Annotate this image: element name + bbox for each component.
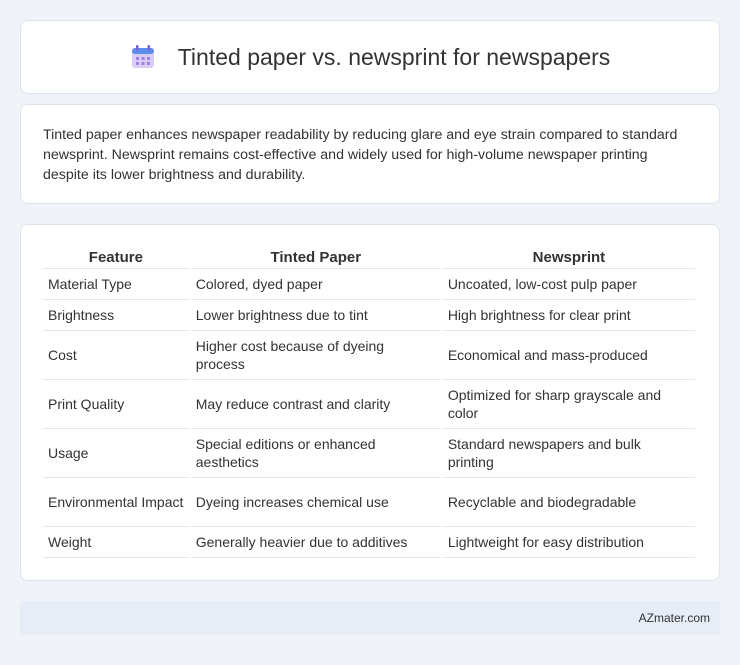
cell-newsprint: High brightness for clear print: [442, 300, 695, 331]
table-row: Cost Higher cost because of dyeing proce…: [43, 331, 695, 380]
cell-feature: Environmental Impact: [43, 478, 189, 527]
cell-tinted: May reduce contrast and clarity: [190, 380, 441, 429]
header-feature: Feature: [43, 245, 189, 269]
cell-feature: Brightness: [43, 300, 189, 331]
cell-tinted: Dyeing increases chemical use: [190, 478, 441, 527]
cell-tinted: Colored, dyed paper: [190, 269, 441, 300]
table-row: Brightness Lower brightness due to tint …: [43, 300, 695, 331]
cell-feature: Print Quality: [43, 380, 189, 429]
page-title: Tinted paper vs. newsprint for newspaper…: [177, 43, 611, 70]
table-row: Usage Special editions or enhanced aesth…: [43, 429, 695, 478]
cell-newsprint: Uncoated, low-cost pulp paper: [442, 269, 695, 300]
cell-tinted: Generally heavier due to additives: [190, 527, 441, 558]
header-newsprint: Newsprint: [442, 245, 695, 269]
cell-newsprint: Standard newspapers and bulk printing: [442, 429, 695, 478]
cell-feature: Cost: [43, 331, 189, 380]
description-card: Tinted paper enhances newspaper readabil…: [20, 104, 720, 204]
cell-newsprint: Economical and mass-produced: [442, 331, 695, 380]
table-row: Material Type Colored, dyed paper Uncoat…: [43, 269, 695, 300]
cell-newsprint: Optimized for sharp grayscale and color: [442, 380, 695, 429]
footer-bar: AZmater.com: [20, 601, 720, 634]
description-text: Tinted paper enhances newspaper readabil…: [43, 127, 678, 183]
cell-feature: Usage: [43, 429, 189, 478]
table-row: Weight Generally heavier due to additive…: [43, 527, 695, 558]
comparison-table: Feature Tinted Paper Newsprint Material …: [41, 245, 697, 558]
cell-tinted: Higher cost because of dyeing process: [190, 331, 441, 380]
calendar-icon: [130, 44, 156, 70]
cell-tinted: Special editions or enhanced aesthetics: [190, 429, 441, 478]
cell-tinted: Lower brightness due to tint: [190, 300, 441, 331]
footer-brand[interactable]: AZmater.com: [639, 611, 710, 625]
comparison-table-card: Feature Tinted Paper Newsprint Material …: [20, 224, 720, 581]
header-tinted-paper: Tinted Paper: [190, 245, 441, 269]
table-row: Print Quality May reduce contrast and cl…: [43, 380, 695, 429]
title-card: Tinted paper vs. newsprint for newspaper…: [20, 20, 720, 94]
cell-newsprint: Recyclable and biodegradable: [442, 478, 695, 527]
cell-newsprint: Lightweight for easy distribution: [442, 527, 695, 558]
table-header-row: Feature Tinted Paper Newsprint: [43, 245, 695, 269]
table-row: Environmental Impact Dyeing increases ch…: [43, 478, 695, 527]
cell-feature: Material Type: [43, 269, 189, 300]
cell-feature: Weight: [43, 527, 189, 558]
